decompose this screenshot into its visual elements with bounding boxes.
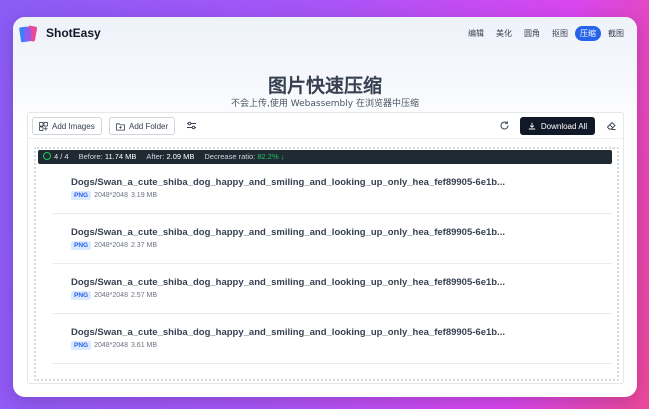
refresh-icon[interactable] [499, 120, 510, 131]
file-row[interactable]: Dogs/Swan_a_cute_shiba_dog_happy_and_smi… [53, 214, 612, 264]
ratio-value: 82.2% ↓ [257, 152, 285, 161]
nav-item-round-corner[interactable]: 圆角 [519, 26, 545, 41]
nav-item-beautify[interactable]: 美化 [491, 26, 517, 41]
ratio-label: Decrease ratio: [204, 152, 256, 161]
compression-status-bar: 4 / 4 Before: 11.74 MB After: 2.09 MB De… [38, 150, 612, 164]
file-row[interactable]: Dogs/Swan_a_cute_shiba_dog_happy_and_smi… [53, 164, 612, 214]
status-after: After: 2.09 MB [146, 150, 194, 164]
nav-item-cutout[interactable]: 抠图 [547, 26, 573, 41]
app-name[interactable]: ShotEasy [46, 26, 101, 40]
file-dimensions: 2048*2048 [94, 242, 128, 249]
file-list: Dogs/Swan_a_cute_shiba_dog_happy_and_smi… [53, 164, 612, 377]
status-ratio: Decrease ratio: 82.2% ↓ [204, 150, 284, 164]
nav-item-compress[interactable]: 压缩 [575, 26, 601, 41]
eraser-icon[interactable] [606, 120, 617, 131]
file-dimensions: 2048*2048 [94, 342, 128, 349]
settings-sliders-icon[interactable] [186, 120, 197, 131]
add-folder-button[interactable]: Add Folder [109, 117, 176, 135]
file-type-badge: PNG [71, 241, 92, 250]
file-row[interactable]: Dogs/Swan_a_cute_shiba_dog_happy_and_smi… [53, 314, 612, 364]
file-type-badge: PNG [71, 291, 92, 300]
page-subtitle: 不会上传,使用 Webassembly 在浏览器中压缩 [231, 99, 419, 109]
after-label: After: [146, 152, 165, 161]
file-size: 3.19 MB [130, 192, 158, 199]
download-icon [528, 122, 536, 130]
add-images-button[interactable]: Add Images [32, 117, 102, 135]
status-before: Before: 11.74 MB [79, 150, 137, 164]
file-size: 2.37 MB [130, 242, 158, 249]
file-dimensions: 2048*2048 [94, 192, 128, 199]
nav-item-edit[interactable]: 编辑 [463, 26, 489, 41]
top-bar: ShotEasy 编辑 美化 圆角 抠图 压缩 截图 [13, 17, 637, 53]
compress-panel: Add Images Add Folder Download All 4 / 4… [27, 112, 624, 384]
file-type-badge: PNG [71, 191, 92, 200]
app-window: ShotEasy 编辑 美化 圆角 抠图 压缩 截图 图片快速压缩 不会上传,使… [13, 17, 637, 397]
add-images-label: Add Images [52, 121, 95, 131]
add-folder-label: Add Folder [129, 121, 169, 131]
file-name: Dogs/Swan_a_cute_shiba_dog_happy_and_smi… [71, 177, 505, 188]
file-dimensions: 2048*2048 [94, 292, 128, 299]
progress-ring-icon [43, 152, 51, 160]
file-size: 2.57 MB [130, 292, 158, 299]
nav-item-screenshot[interactable]: 截图 [603, 26, 629, 41]
download-all-button[interactable]: Download All [520, 117, 595, 135]
after-value: 2.09 MB [166, 152, 195, 161]
file-row[interactable]: Dogs/Swan_a_cute_shiba_dog_happy_and_smi… [53, 264, 612, 314]
folder-icon [116, 122, 125, 131]
file-name: Dogs/Swan_a_cute_shiba_dog_happy_and_smi… [71, 327, 505, 338]
top-nav: 编辑 美化 圆角 抠图 压缩 截图 [463, 26, 629, 41]
file-meta: PNG 2048*2048 3.19 MB [71, 191, 157, 200]
file-meta: PNG 2048*2048 3.61 MB [71, 341, 157, 350]
file-meta: PNG 2048*2048 2.37 MB [71, 241, 157, 250]
toolbar: Add Images Add Folder Download All [28, 113, 623, 139]
status-count: 4 / 4 [54, 152, 69, 161]
status-progress: 4 / 4 [43, 150, 69, 164]
file-type-badge: PNG [71, 341, 92, 350]
before-value: 11.74 MB [104, 152, 137, 161]
logo-icon[interactable] [19, 24, 41, 44]
file-size: 3.61 MB [130, 342, 158, 349]
images-icon [39, 121, 48, 131]
page-title: 图片快速压缩 [267, 75, 382, 97]
before-label: Before: [78, 152, 103, 161]
file-name: Dogs/Swan_a_cute_shiba_dog_happy_and_smi… [71, 277, 505, 288]
file-name: Dogs/Swan_a_cute_shiba_dog_happy_and_smi… [71, 227, 505, 238]
download-all-label: Download All [540, 121, 588, 131]
file-meta: PNG 2048*2048 2.57 MB [71, 291, 157, 300]
